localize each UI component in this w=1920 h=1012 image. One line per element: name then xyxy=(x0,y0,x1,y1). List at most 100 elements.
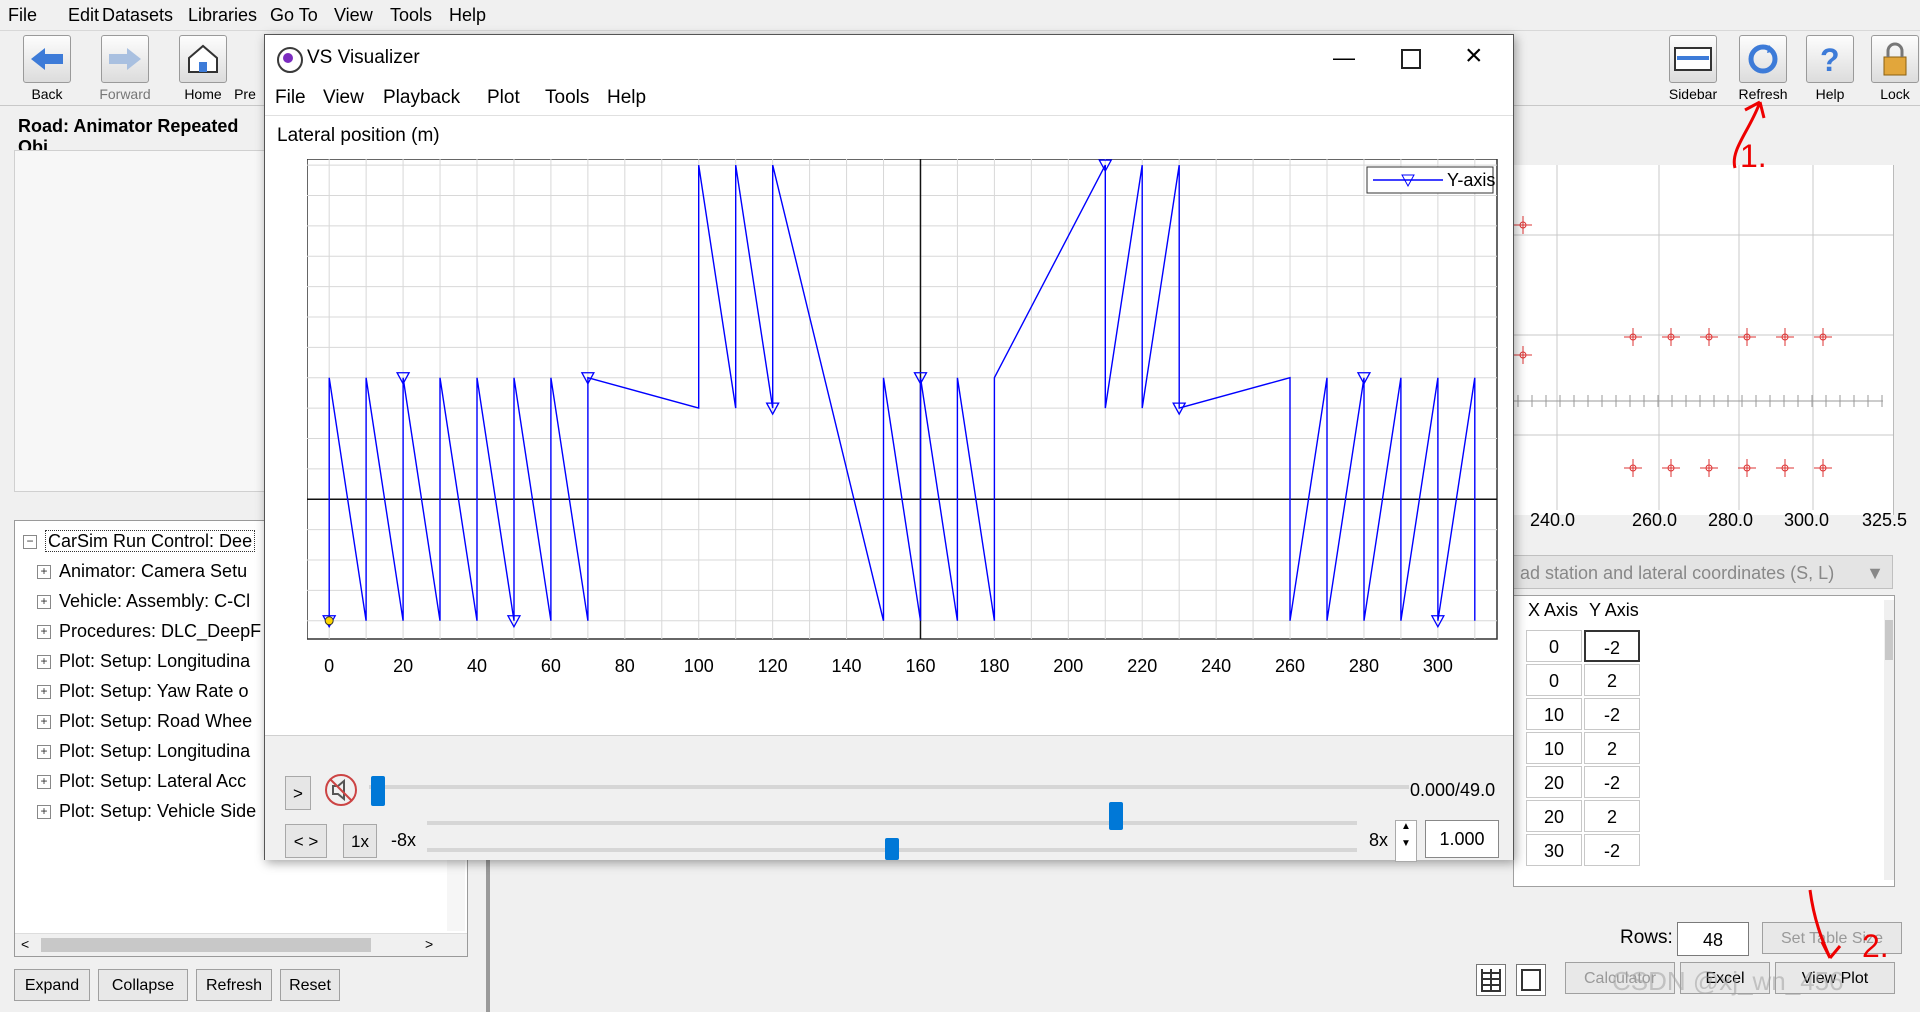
tree-item[interactable]: + Plot: Setup: Longitudina xyxy=(37,651,250,672)
scroll-right-icon[interactable]: > xyxy=(425,936,433,952)
speed-value-input[interactable]: 1.000 xyxy=(1425,820,1499,858)
menu-tools[interactable]: Tools xyxy=(390,5,432,26)
menu-datasets[interactable]: Datasets xyxy=(102,5,173,26)
tree-item-label: Plot: Setup: Road Whee xyxy=(59,711,253,731)
spin-up-icon[interactable]: ▲ xyxy=(1396,821,1416,832)
pre-button[interactable]: Pre xyxy=(230,35,260,103)
help-button[interactable]: ? Help xyxy=(1795,35,1865,103)
expand-icon[interactable]: + xyxy=(37,715,51,730)
plot-area xyxy=(307,159,1498,640)
tree-item[interactable]: + Animator: Camera Setu xyxy=(37,561,247,582)
table-cell-y[interactable]: -2 xyxy=(1584,630,1640,662)
expand-icon[interactable]: + xyxy=(37,655,51,670)
table-cell-x[interactable]: 10 xyxy=(1526,698,1582,730)
svg-text:?: ? xyxy=(1820,42,1840,77)
tree-root-label: CarSim Run Control: Dee xyxy=(45,530,256,552)
tree-item[interactable]: + Plot: Setup: Vehicle Side xyxy=(37,801,256,822)
scroll-thumb[interactable] xyxy=(41,938,371,952)
expand-icon[interactable]: + xyxy=(37,625,51,640)
table-cell-y[interactable]: 2 xyxy=(1584,664,1640,696)
tree-item[interactable]: + Plot: Setup: Lateral Acc xyxy=(37,771,246,792)
viz-menu-file[interactable]: File xyxy=(275,87,306,109)
menu-help[interactable]: Help xyxy=(449,5,486,26)
speed-slider-track[interactable] xyxy=(427,821,1357,825)
scroll-left-icon[interactable]: < xyxy=(21,936,29,952)
menu-libraries[interactable]: Libraries xyxy=(188,5,257,26)
table-scroll-thumb[interactable] xyxy=(1885,620,1893,660)
table-cell-x[interactable]: 30 xyxy=(1526,834,1582,866)
table-cell-y[interactable]: -2 xyxy=(1584,766,1640,798)
tree-item[interactable]: + Procedures: DLC_DeepF xyxy=(37,621,261,642)
minimize-icon[interactable]: — xyxy=(1333,45,1355,71)
table-v-scrollbar[interactable] xyxy=(1884,600,1894,880)
reverse-button[interactable]: < > xyxy=(285,824,327,858)
tree-item[interactable]: + Plot: Setup: Road Whee xyxy=(37,711,252,732)
time-slider-track[interactable] xyxy=(369,785,1409,789)
x-tick-label: 240 xyxy=(1201,656,1231,676)
coordinate-system-dropdown[interactable]: ad station and lateral coordinates (S, L… xyxy=(1513,555,1893,589)
table-cell-x[interactable]: 0 xyxy=(1526,630,1582,662)
expand-icon[interactable]: + xyxy=(37,565,51,580)
visualizer-menubar: File View Playback Plot Tools Help xyxy=(265,81,1513,116)
speed-1x-button[interactable]: 1x xyxy=(343,824,377,858)
road-preview-svg xyxy=(1513,165,1893,510)
position-slider-thumb[interactable] xyxy=(885,838,899,860)
table-cell-y[interactable]: 2 xyxy=(1584,732,1640,764)
viz-menu-view[interactable]: View xyxy=(323,87,364,109)
tree-root[interactable]: − CarSim Run Control: Dee xyxy=(23,530,256,552)
lock-button[interactable]: Lock xyxy=(1860,35,1920,103)
spin-down-icon[interactable]: ▼ xyxy=(1396,838,1416,849)
menu-view[interactable]: View xyxy=(334,5,373,26)
tree-h-scrollbar[interactable]: < > xyxy=(15,933,467,956)
mute-icon[interactable] xyxy=(323,772,359,808)
viz-menu-help[interactable]: Help xyxy=(607,87,646,109)
expand-icon[interactable]: + xyxy=(37,685,51,700)
speed-spinner[interactable]: ▲ ▼ xyxy=(1395,820,1417,862)
speed-slider-thumb[interactable] xyxy=(1109,802,1123,830)
expand-tree-button[interactable]: Expand xyxy=(14,969,90,1001)
table-cell-x[interactable]: 0 xyxy=(1526,664,1582,696)
forward-button[interactable]: Forward xyxy=(90,35,160,103)
refresh-tree-button[interactable]: Refresh xyxy=(196,969,272,1001)
collapse-tree-button[interactable]: Collapse xyxy=(98,969,188,1001)
maximize-icon[interactable] xyxy=(1401,49,1421,69)
table-cell-y[interactable]: -2 xyxy=(1584,834,1640,866)
bg-plot-x-tick: 260.0 xyxy=(1632,510,1678,530)
close-icon[interactable]: × xyxy=(1465,39,1483,73)
single-view-icon[interactable] xyxy=(1516,964,1546,996)
tree-item[interactable]: + Plot: Setup: Longitudina xyxy=(37,741,250,762)
tree-item-label: Procedures: DLC_DeepF xyxy=(59,621,262,641)
tree-item[interactable]: + Plot: Setup: Yaw Rate o xyxy=(37,681,248,702)
rows-input[interactable]: 48 xyxy=(1677,922,1749,956)
table-cell-y[interactable]: -2 xyxy=(1584,698,1640,730)
expand-icon[interactable]: + xyxy=(37,775,51,790)
grid-view-icon[interactable] xyxy=(1476,964,1506,996)
menu-edit[interactable]: Edit xyxy=(68,5,99,26)
play-button[interactable]: > xyxy=(285,776,311,810)
table-cell-x[interactable]: 20 xyxy=(1526,800,1582,832)
pane-splitter[interactable] xyxy=(486,840,490,1012)
toolbar-label: Back xyxy=(31,86,63,102)
table-cell-y[interactable]: 2 xyxy=(1584,800,1640,832)
x-tick-label: 80 xyxy=(615,656,635,676)
table-cell-x[interactable]: 10 xyxy=(1526,732,1582,764)
expand-icon[interactable]: + xyxy=(37,805,51,820)
tree-item-label: Plot: Setup: Longitudina xyxy=(59,741,251,761)
collapse-icon[interactable]: − xyxy=(23,535,37,550)
viz-menu-playback[interactable]: Playback xyxy=(383,87,460,109)
table-cell-x[interactable]: 20 xyxy=(1526,766,1582,798)
time-slider-thumb[interactable] xyxy=(371,776,385,806)
menu-go-to[interactable]: Go To xyxy=(270,5,318,26)
back-button[interactable]: Back xyxy=(12,35,82,103)
table-header-x: X Axis xyxy=(1528,600,1579,620)
tree-item[interactable]: + Vehicle: Assembly: C-Cl xyxy=(37,591,250,612)
expand-icon[interactable]: + xyxy=(37,595,51,610)
expand-icon[interactable]: + xyxy=(37,745,51,760)
viz-menu-tools[interactable]: Tools xyxy=(545,87,589,109)
annotation-arrow-2 xyxy=(1808,889,1842,959)
home-button[interactable]: Home xyxy=(168,35,238,103)
viz-menu-plot[interactable]: Plot xyxy=(487,87,520,109)
reset-tree-button[interactable]: Reset xyxy=(280,969,340,1001)
menu-file[interactable]: File xyxy=(8,5,37,26)
preview-panel xyxy=(14,150,268,492)
